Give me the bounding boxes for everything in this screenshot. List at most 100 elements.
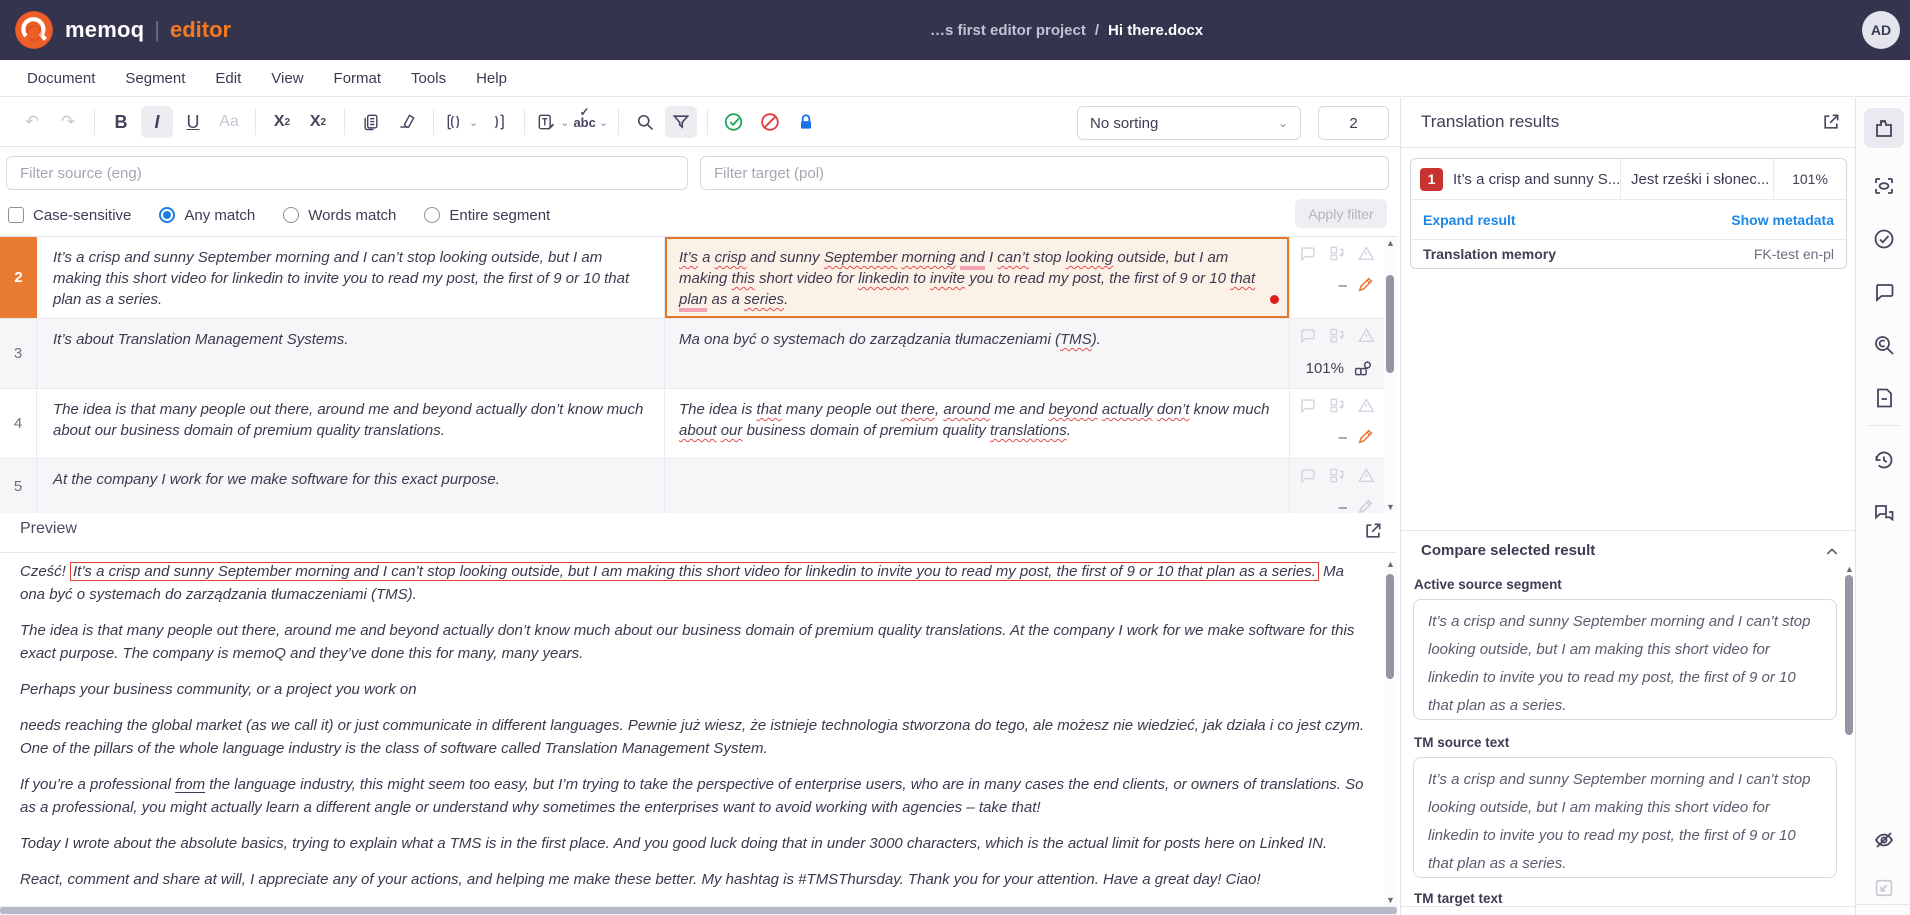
- filter-target-input[interactable]: [700, 156, 1389, 190]
- memoq-logo-icon[interactable]: [15, 11, 53, 49]
- history-tab[interactable]: [1864, 440, 1904, 480]
- active-target-editor[interactable]: It’s a crisp and sunny September morning…: [665, 237, 1289, 318]
- horizontal-scrollbar[interactable]: [0, 906, 1397, 915]
- close-tag-button[interactable]: [482, 106, 514, 138]
- collapse-chevron-up-icon[interactable]: [1824, 544, 1840, 560]
- segment-source[interactable]: It’s about Translation Management System…: [37, 319, 665, 388]
- words-match-radio[interactable]: [283, 207, 299, 223]
- words-match-option[interactable]: Words match: [283, 207, 396, 224]
- clear-formatting-button[interactable]: [391, 106, 423, 138]
- redo-button[interactable]: ↷: [52, 106, 84, 138]
- any-match-radio[interactable]: [159, 207, 175, 223]
- segment-resources-tab[interactable]: [1864, 166, 1904, 206]
- sorting-select[interactable]: No sorting ⌄: [1077, 106, 1301, 140]
- reject-segment-button[interactable]: [754, 106, 786, 138]
- qa-checks-tab[interactable]: [1864, 219, 1904, 259]
- case-sensitive-option[interactable]: Case-sensitive: [8, 207, 131, 224]
- segment-target[interactable]: The idea is that many people out there, …: [665, 389, 1290, 458]
- split-join-icon[interactable]: [1328, 326, 1347, 345]
- comment-icon[interactable]: [1298, 244, 1317, 263]
- lock-segment-button[interactable]: [790, 106, 822, 138]
- segment-row-4[interactable]: 4 The idea is that many people out there…: [0, 389, 1397, 459]
- comments-tab[interactable]: [1864, 272, 1904, 312]
- concordance-tab[interactable]: [1864, 325, 1904, 365]
- scrollbar-thumb[interactable]: [1845, 575, 1853, 735]
- grid-scrollbar[interactable]: ▲ ▼: [1384, 237, 1397, 513]
- segment-target[interactable]: Ma ona być o systemach do zarządzania tł…: [665, 319, 1290, 388]
- document-info-tab[interactable]: [1864, 378, 1904, 418]
- scroll-up-icon[interactable]: ▲: [1384, 558, 1397, 570]
- split-join-icon[interactable]: [1328, 466, 1347, 485]
- segment-row-5[interactable]: 5 At the company I work for we make soft…: [0, 459, 1397, 513]
- translation-results-tab[interactable]: [1864, 108, 1904, 148]
- menu-edit[interactable]: Edit: [215, 70, 241, 87]
- scrollbar-thumb[interactable]: [1386, 275, 1394, 373]
- entire-segment-radio[interactable]: [424, 207, 440, 223]
- filter-source-input[interactable]: [6, 156, 688, 190]
- scroll-down-icon[interactable]: ▼: [1384, 894, 1397, 906]
- preview-paragraph: Cześć! It’s a crisp and sunny September …: [20, 560, 1365, 606]
- insert-result-button[interactable]: [1864, 868, 1904, 908]
- menu-document[interactable]: Document: [27, 70, 95, 87]
- change-case-button[interactable]: Aa: [213, 106, 245, 138]
- entire-segment-option[interactable]: Entire segment: [424, 207, 550, 224]
- menu-segment[interactable]: Segment: [125, 70, 185, 87]
- warning-icon[interactable]: [1357, 244, 1376, 263]
- breadcrumb-project[interactable]: …s first editor project: [930, 22, 1086, 39]
- scroll-down-icon[interactable]: ▼: [1384, 501, 1397, 513]
- confirm-segment-button[interactable]: [718, 106, 750, 138]
- open-preview-external-icon[interactable]: [1363, 521, 1383, 541]
- tm-source-box[interactable]: It’s a crisp and sunny September morning…: [1413, 757, 1837, 878]
- subscript-button[interactable]: X2: [302, 106, 334, 138]
- menu-tools[interactable]: Tools: [411, 70, 446, 87]
- segment-target[interactable]: [665, 459, 1290, 513]
- segment-counter[interactable]: 2: [1318, 106, 1389, 140]
- segment-row-3[interactable]: 3 It’s about Translation Management Syst…: [0, 319, 1397, 389]
- segment-source[interactable]: At the company I work for we make softwa…: [37, 459, 665, 513]
- insert-tag-button[interactable]: ⌄: [444, 106, 478, 138]
- superscript-button[interactable]: X2: [266, 106, 298, 138]
- result-summary-row[interactable]: 1 It’s a crisp and sunny S... Jest rześk…: [1411, 159, 1846, 200]
- menu-format[interactable]: Format: [334, 70, 382, 87]
- comment-icon[interactable]: [1298, 326, 1317, 345]
- segment-row-2[interactable]: 2 It’s a crisp and sunny September morni…: [0, 237, 1397, 319]
- active-source-box[interactable]: It’s a crisp and sunny September morning…: [1413, 599, 1837, 720]
- comment-icon[interactable]: [1298, 466, 1317, 485]
- expand-result-link[interactable]: Expand result: [1423, 212, 1516, 228]
- split-join-icon[interactable]: [1328, 244, 1347, 263]
- warning-icon[interactable]: [1357, 466, 1376, 485]
- segment-source[interactable]: The idea is that many people out there, …: [37, 389, 665, 458]
- bold-button[interactable]: B: [105, 106, 137, 138]
- open-results-external-icon[interactable]: [1821, 112, 1841, 132]
- segment-source[interactable]: It’s a crisp and sunny September morning…: [37, 237, 665, 318]
- translation-result-card[interactable]: 1 It’s a crisp and sunny S... Jest rześk…: [1410, 158, 1847, 269]
- avatar[interactable]: AD: [1862, 11, 1900, 49]
- menu-help[interactable]: Help: [476, 70, 507, 87]
- scroll-up-icon[interactable]: ▲: [1384, 237, 1397, 249]
- spellcheck-button[interactable]: abc✓ ⌄: [573, 106, 608, 138]
- hide-preview-button[interactable]: [1864, 820, 1904, 860]
- underline-button[interactable]: U: [177, 106, 209, 138]
- case-sensitive-checkbox[interactable]: [8, 207, 24, 223]
- copy-source-button[interactable]: [355, 106, 387, 138]
- any-match-option[interactable]: Any match: [159, 207, 255, 224]
- scrollbar-thumb[interactable]: [0, 907, 1397, 914]
- undo-button[interactable]: ↶: [16, 106, 48, 138]
- split-join-icon[interactable]: [1328, 396, 1347, 415]
- scrollbar-thumb[interactable]: [1386, 574, 1394, 679]
- tracked-changes-button[interactable]: ⌄: [535, 106, 569, 138]
- apply-filter-button[interactable]: Apply filter: [1295, 199, 1387, 228]
- warning-icon[interactable]: [1357, 326, 1376, 345]
- preview-scrollbar[interactable]: ▲ ▼: [1384, 558, 1397, 906]
- segment-target[interactable]: It’s a crisp and sunny September morning…: [665, 237, 1290, 318]
- filter-button[interactable]: [665, 106, 697, 138]
- feedback-tab[interactable]: [1864, 494, 1904, 534]
- preview-pane[interactable]: Cześć! It’s a crisp and sunny September …: [20, 560, 1365, 905]
- show-metadata-link[interactable]: Show metadata: [1731, 212, 1834, 228]
- comment-icon[interactable]: [1298, 396, 1317, 415]
- warning-icon[interactable]: [1357, 396, 1376, 415]
- find-button[interactable]: [629, 106, 661, 138]
- comment-icon: [1872, 280, 1896, 304]
- italic-button[interactable]: I: [141, 106, 173, 138]
- menu-view[interactable]: View: [271, 70, 303, 87]
